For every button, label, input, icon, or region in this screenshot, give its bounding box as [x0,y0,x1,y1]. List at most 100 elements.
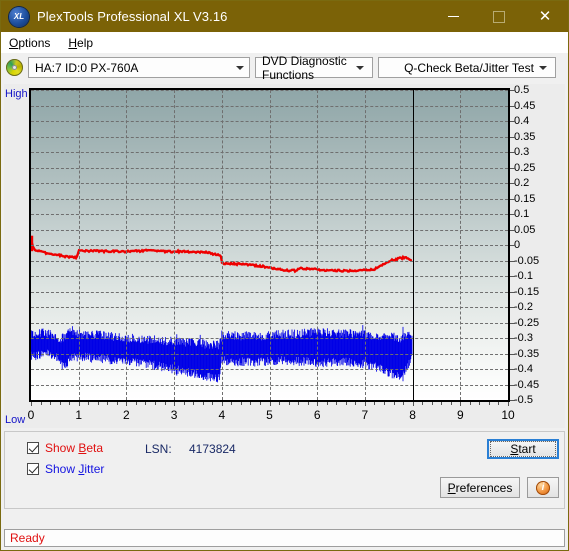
y-tick-mark [510,136,515,138]
status-bar: Ready [4,529,565,547]
maximize-icon [493,10,505,23]
start-button-inner: Start [490,441,556,457]
y-tick-mark [510,183,515,184]
x-tick-mark-minor [469,402,471,405]
x-tick-mark-minor [164,402,166,405]
x-tick-mark-minor [202,402,204,405]
close-button[interactable]: ✕ [522,1,568,32]
minimize-icon [447,16,459,17]
drive-select[interactable]: HA:7 ID:0 PX-760A [28,57,250,78]
gridline-horizontal [31,353,508,355]
maximize-button[interactable] [476,1,522,32]
menu-item-options[interactable]: Options [9,36,50,50]
gridline-horizontal [31,121,508,122]
gridline-horizontal [31,369,508,370]
toolbar: HA:7 ID:0 PX-760A DVD Diagnostic Functio… [1,53,568,82]
preferences-button[interactable]: Preferences [440,477,520,498]
y-tick-mark [510,384,515,386]
x-tick-mark-minor [212,402,214,405]
gridline-horizontal [31,183,508,184]
menu-accel: O [9,35,19,50]
x-tick-mark-minor [135,402,137,405]
gridline-horizontal [31,90,508,91]
x-tick-mark-minor [69,402,71,405]
x-tick-mark-minor [155,402,157,405]
y-tick-label: 0.1 [514,208,530,220]
x-tick-mark-minor [345,402,347,405]
x-tick-mark-minor [240,402,242,405]
chevron-down-icon [539,65,547,70]
y-tick-label: -0.5 [514,394,533,406]
chevron-down-icon [236,65,244,70]
controls-panel: Show Beta Show Jitter LSN: 4173824 Start… [4,431,565,509]
y-tick-mark [510,229,515,231]
y-tick-mark [510,90,515,91]
y-tick-label: 0.5 [514,84,530,96]
x-tick-label: 1 [75,408,83,422]
info-icon: i [536,480,550,495]
preferences-button-label: Preferences [447,480,513,495]
info-button[interactable]: i [527,477,559,498]
show-beta-checkbox[interactable]: Show Beta [27,441,103,455]
x-tick-label: 7 [361,408,369,422]
x-tick-mark-minor [183,402,185,405]
gridline-horizontal [31,136,508,138]
y-tick-mark [510,353,515,355]
chart-panel: High Low 0.5 0.45 0.4 0.35 0.3 0.25 0.2 0.15 0.1… [4,84,565,428]
menu-item-help[interactable]: Help [68,36,93,50]
x-tick-mark-minor [479,402,481,405]
y-tick-label: -0.1 [514,270,533,282]
y-tick-mark [510,276,515,277]
gridline-horizontal [31,276,508,277]
cursor-line [412,90,414,400]
beta-jitter-plot[interactable] [29,88,510,402]
y-tick-label: 0.4 [514,115,530,127]
window-title: PlexTools Professional XL V3.16 [37,9,228,24]
y-tick-mark [510,198,515,200]
gridline-horizontal [31,198,508,200]
minimize-button[interactable] [430,1,476,32]
checkbox-icon [27,463,39,475]
x-tick-mark-minor [307,402,309,405]
x-tick-mark-minor [259,402,261,405]
test-select[interactable]: Q-Check Beta/Jitter Test [378,57,556,78]
function-select[interactable]: DVD Diagnostic Functions [255,54,373,82]
x-tick-mark [174,402,176,406]
x-tick-mark-minor [40,402,42,405]
y-tick-label: -0.2 [514,301,533,313]
x-tick-mark [317,402,319,406]
gridline-horizontal [31,291,508,293]
x-tick-mark-minor [383,402,385,405]
gridline-horizontal [31,105,508,107]
x-tick-mark-minor [59,402,61,405]
y-tick-mark [510,214,515,215]
y-tick-mark [510,121,515,122]
y-tick-label: -0.3 [514,332,533,344]
gridline-horizontal [31,260,508,262]
y-tick-mark [510,245,515,246]
chevron-down-icon [356,65,364,70]
y-tick-label: -0.35 [514,347,540,360]
x-tick-mark-minor [231,402,233,405]
optical-disc-icon [6,59,23,76]
show-jitter-checkbox[interactable]: Show Jitter [27,462,104,476]
y-tick-mark [510,400,515,401]
gridline-horizontal [31,338,508,339]
x-tick-mark-minor [97,402,99,405]
x-tick-label: 6 [313,408,321,422]
x-tick-mark [508,402,509,406]
axis-label-low: Low [5,414,26,426]
x-tick-mark [364,402,366,406]
y-tick-mark [510,167,515,169]
x-tick-label: 0 [27,408,35,422]
checkbox-icon [27,442,39,454]
start-button[interactable]: Start [487,439,559,459]
gridline-horizontal [31,245,508,246]
x-tick-mark-minor [403,402,405,405]
close-icon: ✕ [538,8,552,25]
x-tick-mark-minor [374,402,376,405]
x-tick-mark-minor [355,402,357,405]
x-tick-mark [412,402,414,406]
menu-bar: Options Help [1,32,568,53]
test-select-value: Q-Check Beta/Jitter Test [404,60,534,75]
